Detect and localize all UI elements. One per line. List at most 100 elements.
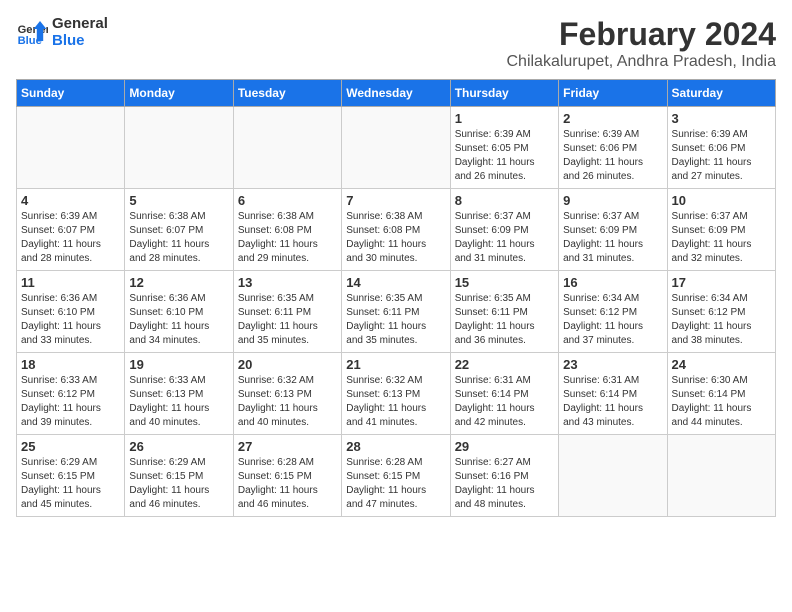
day-number: 25 xyxy=(21,439,120,454)
calendar-week-row: 4 Sunrise: 6:39 AM Sunset: 6:07 PM Daylig… xyxy=(17,189,776,271)
calendar-table: SundayMondayTuesdayWednesdayThursdayFrid… xyxy=(16,79,776,517)
day-number: 26 xyxy=(129,439,228,454)
calendar-cell: 6 Sunrise: 6:38 AM Sunset: 6:08 PM Daylig… xyxy=(233,189,341,271)
day-info: Sunrise: 6:36 AM Sunset: 6:10 PM Dayligh… xyxy=(21,292,120,348)
day-info: Sunrise: 6:39 AM Sunset: 6:05 PM Dayligh… xyxy=(455,128,554,184)
day-number: 16 xyxy=(563,275,662,290)
weekday-header: Thursday xyxy=(450,80,558,107)
calendar-cell: 21 Sunrise: 6:32 AM Sunset: 6:13 PM Dayli… xyxy=(342,353,450,435)
day-info: Sunrise: 6:29 AM Sunset: 6:15 PM Dayligh… xyxy=(21,456,120,512)
weekday-header: Monday xyxy=(125,80,233,107)
day-info: Sunrise: 6:39 AM Sunset: 6:06 PM Dayligh… xyxy=(563,128,662,184)
day-number: 8 xyxy=(455,193,554,208)
day-number: 10 xyxy=(672,193,771,208)
day-info: Sunrise: 6:27 AM Sunset: 6:16 PM Dayligh… xyxy=(455,456,554,512)
calendar-cell xyxy=(559,435,667,517)
day-number: 1 xyxy=(455,111,554,126)
day-number: 21 xyxy=(346,357,445,372)
day-number: 5 xyxy=(129,193,228,208)
calendar-cell: 18 Sunrise: 6:33 AM Sunset: 6:12 PM Dayli… xyxy=(17,353,125,435)
calendar-body: 1 Sunrise: 6:39 AM Sunset: 6:05 PM Daylig… xyxy=(17,107,776,517)
calendar-header-row: SundayMondayTuesdayWednesdayThursdayFrid… xyxy=(17,80,776,107)
day-number: 13 xyxy=(238,275,337,290)
day-number: 18 xyxy=(21,357,120,372)
day-number: 4 xyxy=(21,193,120,208)
day-info: Sunrise: 6:31 AM Sunset: 6:14 PM Dayligh… xyxy=(563,374,662,430)
calendar-cell: 14Sunrise: 6:35 AM Sunset: 6:11 PM Dayli… xyxy=(342,271,450,353)
calendar-cell: 4 Sunrise: 6:39 AM Sunset: 6:07 PM Daylig… xyxy=(17,189,125,271)
day-number: 7 xyxy=(346,193,445,208)
logo-icon: General Blue xyxy=(16,17,48,49)
day-info: Sunrise: 6:34 AM Sunset: 6:12 PM Dayligh… xyxy=(672,292,771,348)
page-header: General Blue General Blue February 2024 … xyxy=(16,16,776,71)
weekday-header: Friday xyxy=(559,80,667,107)
calendar-cell: 1 Sunrise: 6:39 AM Sunset: 6:05 PM Daylig… xyxy=(450,107,558,189)
calendar-cell: 27 Sunrise: 6:28 AM Sunset: 6:15 PM Dayli… xyxy=(233,435,341,517)
calendar-cell: 20Sunrise: 6:32 AM Sunset: 6:13 PM Dayli… xyxy=(233,353,341,435)
day-info: Sunrise: 6:34 AM Sunset: 6:12 PM Dayligh… xyxy=(563,292,662,348)
day-info: Sunrise: 6:39 AM Sunset: 6:06 PM Dayligh… xyxy=(672,128,771,184)
calendar-cell: 15 Sunrise: 6:35 AM Sunset: 6:11 PM Dayli… xyxy=(450,271,558,353)
day-info: Sunrise: 6:37 AM Sunset: 6:09 PM Dayligh… xyxy=(455,210,554,266)
calendar-cell: 2 Sunrise: 6:39 AM Sunset: 6:06 PM Daylig… xyxy=(559,107,667,189)
weekday-header: Sunday xyxy=(17,80,125,107)
calendar-cell: 25 Sunrise: 6:29 AM Sunset: 6:15 PM Dayli… xyxy=(17,435,125,517)
calendar-cell xyxy=(17,107,125,189)
day-info: Sunrise: 6:33 AM Sunset: 6:12 PM Dayligh… xyxy=(21,374,120,430)
day-number: 17 xyxy=(672,275,771,290)
calendar-cell: 26 Sunrise: 6:29 AM Sunset: 6:15 PM Dayli… xyxy=(125,435,233,517)
calendar-cell: 12Sunrise: 6:36 AM Sunset: 6:10 PM Dayli… xyxy=(125,271,233,353)
logo-general: General xyxy=(52,16,108,33)
calendar-week-row: 18 Sunrise: 6:33 AM Sunset: 6:12 PM Dayli… xyxy=(17,353,776,435)
day-number: 19 xyxy=(129,357,228,372)
day-number: 23 xyxy=(563,357,662,372)
day-info: Sunrise: 6:32 AM Sunset: 6:13 PM Dayligh… xyxy=(346,374,445,430)
day-info: Sunrise: 6:28 AM Sunset: 6:15 PM Dayligh… xyxy=(346,456,445,512)
day-info: Sunrise: 6:38 AM Sunset: 6:07 PM Dayligh… xyxy=(129,210,228,266)
day-info: Sunrise: 6:35 AM Sunset: 6:11 PM Dayligh… xyxy=(346,292,445,348)
month-title: February 2024 xyxy=(506,16,776,53)
day-info: Sunrise: 6:39 AM Sunset: 6:07 PM Dayligh… xyxy=(21,210,120,266)
calendar-cell: 3 Sunrise: 6:39 AM Sunset: 6:06 PM Daylig… xyxy=(667,107,775,189)
calendar-cell: 19 Sunrise: 6:33 AM Sunset: 6:13 PM Dayli… xyxy=(125,353,233,435)
calendar-cell: 10 Sunrise: 6:37 AM Sunset: 6:09 PM Dayli… xyxy=(667,189,775,271)
day-info: Sunrise: 6:38 AM Sunset: 6:08 PM Dayligh… xyxy=(238,210,337,266)
day-number: 6 xyxy=(238,193,337,208)
calendar-cell xyxy=(342,107,450,189)
day-number: 24 xyxy=(672,357,771,372)
calendar-week-row: 11Sunrise: 6:36 AM Sunset: 6:10 PM Dayli… xyxy=(17,271,776,353)
calendar-week-row: 1 Sunrise: 6:39 AM Sunset: 6:05 PM Daylig… xyxy=(17,107,776,189)
weekday-header: Saturday xyxy=(667,80,775,107)
day-number: 9 xyxy=(563,193,662,208)
calendar-week-row: 25 Sunrise: 6:29 AM Sunset: 6:15 PM Dayli… xyxy=(17,435,776,517)
day-number: 27 xyxy=(238,439,337,454)
day-info: Sunrise: 6:36 AM Sunset: 6:10 PM Dayligh… xyxy=(129,292,228,348)
calendar-cell: 7 Sunrise: 6:38 AM Sunset: 6:08 PM Daylig… xyxy=(342,189,450,271)
day-info: Sunrise: 6:29 AM Sunset: 6:15 PM Dayligh… xyxy=(129,456,228,512)
day-info: Sunrise: 6:30 AM Sunset: 6:14 PM Dayligh… xyxy=(672,374,771,430)
logo-blue: Blue xyxy=(52,33,108,50)
calendar-cell: 9 Sunrise: 6:37 AM Sunset: 6:09 PM Daylig… xyxy=(559,189,667,271)
day-info: Sunrise: 6:28 AM Sunset: 6:15 PM Dayligh… xyxy=(238,456,337,512)
day-number: 28 xyxy=(346,439,445,454)
calendar-cell: 16 Sunrise: 6:34 AM Sunset: 6:12 PM Dayli… xyxy=(559,271,667,353)
day-number: 22 xyxy=(455,357,554,372)
calendar-cell: 8 Sunrise: 6:37 AM Sunset: 6:09 PM Daylig… xyxy=(450,189,558,271)
weekday-header: Tuesday xyxy=(233,80,341,107)
calendar-cell: 5 Sunrise: 6:38 AM Sunset: 6:07 PM Daylig… xyxy=(125,189,233,271)
location-title: Chilakalurupet, Andhra Pradesh, India xyxy=(506,53,776,71)
day-number: 2 xyxy=(563,111,662,126)
day-info: Sunrise: 6:33 AM Sunset: 6:13 PM Dayligh… xyxy=(129,374,228,430)
day-info: Sunrise: 6:35 AM Sunset: 6:11 PM Dayligh… xyxy=(238,292,337,348)
calendar-cell: 22 Sunrise: 6:31 AM Sunset: 6:14 PM Dayli… xyxy=(450,353,558,435)
calendar-cell: 13 Sunrise: 6:35 AM Sunset: 6:11 PM Dayli… xyxy=(233,271,341,353)
day-info: Sunrise: 6:38 AM Sunset: 6:08 PM Dayligh… xyxy=(346,210,445,266)
day-info: Sunrise: 6:37 AM Sunset: 6:09 PM Dayligh… xyxy=(672,210,771,266)
day-info: Sunrise: 6:35 AM Sunset: 6:11 PM Dayligh… xyxy=(455,292,554,348)
day-info: Sunrise: 6:32 AM Sunset: 6:13 PM Dayligh… xyxy=(238,374,337,430)
day-number: 3 xyxy=(672,111,771,126)
day-info: Sunrise: 6:31 AM Sunset: 6:14 PM Dayligh… xyxy=(455,374,554,430)
weekday-header: Wednesday xyxy=(342,80,450,107)
day-info: Sunrise: 6:37 AM Sunset: 6:09 PM Dayligh… xyxy=(563,210,662,266)
day-number: 15 xyxy=(455,275,554,290)
